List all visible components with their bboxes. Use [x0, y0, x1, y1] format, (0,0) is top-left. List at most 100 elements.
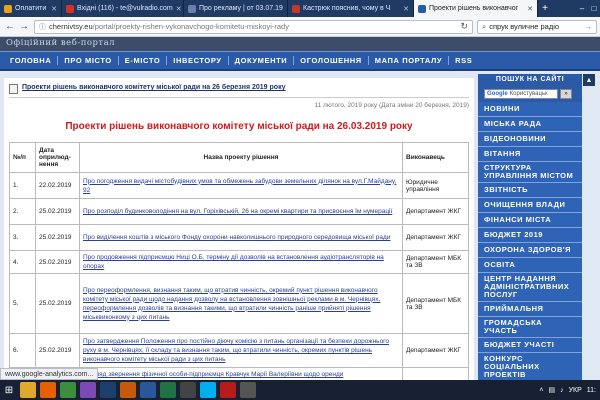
- sidebar-item-lustration[interactable]: ОЧИЩЕННЯ ВЛАДИ: [478, 198, 582, 213]
- nav-item-sitemap[interactable]: МАПА ПОРТАЛУ: [369, 56, 450, 65]
- search-placeholder: Користувацьк: [509, 91, 548, 97]
- decision-link[interactable]: Про затвердження Положення про постійно …: [83, 338, 389, 363]
- scroll-up-arrow-icon[interactable]: ▲: [583, 74, 595, 86]
- sidebar-item-finance[interactable]: ФІНАНСИ МІСТА: [478, 213, 582, 228]
- browser-tab-1[interactable]: Оплатити ✕: [0, 0, 62, 17]
- forward-arrow-icon[interactable]: →: [17, 20, 31, 34]
- row-executor: Департамент ЖКГ: [402, 198, 469, 225]
- photoshop-icon[interactable]: [100, 382, 116, 398]
- page-heading-row: Проекти рішень виконавчого комітету місь…: [9, 84, 469, 98]
- nav-item-investor[interactable]: ІНВЕСТОРУ: [167, 56, 229, 65]
- nav-item-rss[interactable]: RSS: [449, 56, 478, 65]
- column-header-executor: Виконавець: [402, 142, 469, 173]
- row-name-cell: Про переоформлення, визнання таким, що в…: [79, 273, 403, 334]
- page-title[interactable]: Проекти рішень виконавчого комітету місь…: [22, 84, 285, 91]
- table-row: 4. 25.02.2019 Про продовження підприємцю…: [9, 250, 469, 274]
- url-host: chernivtsy.eu: [49, 22, 93, 31]
- app-icon[interactable]: [80, 382, 96, 398]
- sidebar-item-public-participation[interactable]: ГРОМАДСЬКА УЧАСТЬ: [478, 317, 582, 338]
- tab-favicon-icon: [292, 4, 300, 13]
- tab-label: Вхідні (116) - te@vulradio.com: [77, 5, 173, 12]
- tab-favicon-icon: [418, 4, 426, 13]
- skype-icon[interactable]: [200, 382, 216, 398]
- new-tab-button[interactable]: +: [538, 0, 552, 17]
- table-row: 6. 25.02.2019 Про затвердження Положення…: [9, 333, 469, 368]
- sidebar-item-healthcare[interactable]: ОХОРОНА ЗДОРОВ'Я: [478, 243, 582, 258]
- browser-tab-4[interactable]: Кастрюк пояснив, чому в Ч ✕: [288, 0, 414, 17]
- row-executor: [402, 367, 469, 380]
- site-search-input[interactable]: Google Користувацьк: [484, 89, 558, 99]
- row-name-cell: Про продовження підприємцю Ниці О.Б. тер…: [79, 250, 403, 274]
- sidebar-item-education[interactable]: ОСВІТА: [478, 258, 582, 273]
- search-value: спрук вуличне радіо: [489, 22, 560, 31]
- window-controls: – □: [576, 0, 600, 17]
- decision-link[interactable]: Про розподіл будинковолодіння на вул. Го…: [83, 208, 392, 215]
- tab-favicon-icon: [188, 4, 196, 13]
- table-row: 5. 25.02.2019 Про переоформлення, визнан…: [9, 273, 469, 334]
- site-header-title: Офіційний веб-портал: [6, 38, 116, 48]
- clock[interactable]: 11:: [587, 387, 596, 394]
- sidebar-item-greetings[interactable]: ВІТАННЯ: [478, 147, 582, 162]
- sidebar-item-budget-2019[interactable]: БЮДЖЕТ 2019: [478, 228, 582, 243]
- decision-link[interactable]: Про переоформлення, визнання таким, що в…: [83, 287, 380, 321]
- sidebar-item-news[interactable]: НОВИНИ: [478, 102, 582, 117]
- chrome-icon[interactable]: [60, 382, 76, 398]
- network-icon[interactable]: ▤: [548, 386, 555, 394]
- table-row: 1. 22.02.2019 Про погодження видачі міст…: [9, 172, 469, 199]
- browser-tab-3[interactable]: Про рекламу | от 03.07.19✕: [184, 0, 288, 17]
- browser-search-field[interactable]: ⌕ спрук вуличне радіо →: [477, 19, 597, 34]
- search-go-icon[interactable]: →: [585, 22, 593, 31]
- site-header: Офіційний веб-портал: [0, 37, 600, 51]
- tray-arrow-icon[interactable]: ˄: [539, 387, 543, 394]
- row-number: 3.: [9, 224, 36, 251]
- sidebar-item-reception[interactable]: ПРИЙМАЛЬНЯ: [478, 302, 582, 317]
- back-arrow-icon[interactable]: ←: [3, 20, 17, 34]
- sidebar-item-structure[interactable]: СТРУКТУРА УПРАВЛІННЯ МІСТОМ: [478, 162, 582, 183]
- browser-tab-strip: Оплатити ✕ Вхідні (116) - te@vulradio.com…: [0, 0, 600, 17]
- sidebar-item-reports[interactable]: ЗВІТНІСТЬ: [478, 183, 582, 198]
- decision-link[interactable]: Про погодження видачі містобудівних умов…: [83, 178, 396, 194]
- app2-icon[interactable]: [240, 382, 256, 398]
- close-icon[interactable]: ✕: [48, 5, 57, 13]
- volume-icon[interactable]: ♪: [560, 387, 564, 394]
- browser-tab-2[interactable]: Вхідні (116) - te@vulradio.com ✕: [62, 0, 184, 17]
- row-number: 1.: [9, 172, 36, 199]
- close-icon[interactable]: ✕: [400, 5, 409, 13]
- illustrator-icon[interactable]: [120, 382, 136, 398]
- nav-item-home[interactable]: ГОЛОВНА: [4, 56, 59, 65]
- right-sidebar: ПОШУК НА САЙТІ Google Користувацьк » НОВИ…: [478, 74, 582, 380]
- address-bar[interactable]: ⓘ chernivtsy.eu/portal/proekty-rishen-vy…: [34, 19, 473, 34]
- folder-icon[interactable]: [20, 382, 36, 398]
- decision-link[interactable]: Про виділення коштів з міського Фонду ох…: [83, 234, 390, 241]
- decisions-table: №/п Дата оприлюд-нення Назва проекту ріш…: [9, 142, 469, 380]
- language-indicator[interactable]: УКР: [569, 387, 582, 394]
- nav-item-documents[interactable]: ДОКУМЕНТИ: [229, 56, 295, 65]
- sidebar-item-participatory-budget[interactable]: БЮДЖЕТ УЧАСТІ: [478, 338, 582, 353]
- column-header-number: №/п: [9, 142, 36, 173]
- excel-icon[interactable]: [160, 382, 176, 398]
- browser-tab-5-active[interactable]: Проекти рішень виконавчог ✕: [414, 0, 538, 17]
- close-icon[interactable]: ✕: [524, 5, 533, 13]
- windows-start-icon[interactable]: ⊞: [0, 380, 18, 400]
- close-icon[interactable]: ✕: [173, 5, 182, 13]
- decision-link[interactable]: розгляд звернення фізичної особи-підприє…: [83, 371, 343, 378]
- sidebar-item-social-projects[interactable]: КОНКУРС СОЦІАЛЬНИХ ПРОЕКТІВ: [478, 353, 582, 380]
- media-icon[interactable]: [180, 382, 196, 398]
- word-icon[interactable]: [140, 382, 156, 398]
- nav-item-announcements[interactable]: ОГОЛОШЕННЯ: [294, 56, 369, 65]
- decision-link[interactable]: Про продовження підприємцю Ниці О.Б. тер…: [83, 254, 384, 270]
- maximize-icon[interactable]: □: [588, 0, 600, 17]
- site-search-button[interactable]: »: [560, 89, 572, 99]
- nav-item-about-city[interactable]: ПРО МІСТО: [58, 56, 119, 65]
- pdf-icon[interactable]: [220, 382, 236, 398]
- minimize-icon[interactable]: –: [576, 0, 588, 17]
- firefox-icon[interactable]: [40, 382, 56, 398]
- sidebar-item-admin-services[interactable]: ЦЕНТР НАДАННЯ АДМІНІСТРАТИВНИХ ПОСЛУГ: [478, 273, 582, 302]
- reload-icon[interactable]: ↻: [460, 21, 468, 32]
- sidebar-item-video-news[interactable]: ВІДЕОНОВИНИ: [478, 132, 582, 147]
- site-main-nav: ГОЛОВНА ПРО МІСТО Е-МІСТО ІНВЕСТОРУ ДОКУ…: [0, 51, 600, 71]
- sidebar-item-city-council[interactable]: МІСЬКА РАДА: [478, 117, 582, 132]
- search-icon: ⌕: [482, 21, 487, 31]
- row-name-cell: Про погодження видачі містобудівних умов…: [79, 172, 403, 199]
- nav-item-e-city[interactable]: Е-МІСТО: [119, 56, 168, 65]
